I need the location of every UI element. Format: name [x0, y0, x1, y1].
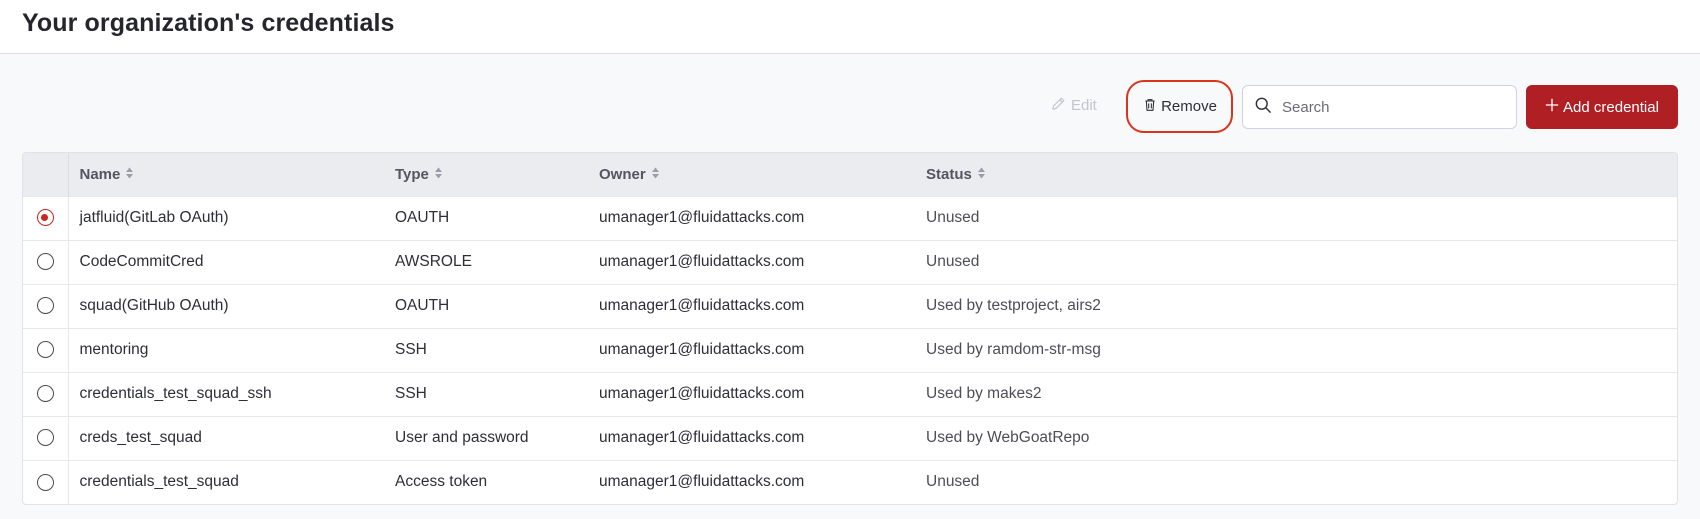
plus-icon: [1545, 98, 1559, 116]
trash-icon: [1142, 97, 1158, 117]
credential-status: Unused: [926, 253, 980, 270]
credential-name: squad(GitHub OAuth): [79, 297, 229, 314]
magnifier-icon: [1253, 95, 1273, 120]
pencil-icon: [1050, 95, 1067, 116]
table-row[interactable]: credentials_test_squad_ssh SSH umanager1…: [23, 372, 1677, 416]
credential-name: creds_test_squad: [79, 429, 202, 446]
table-header-row: Name Type Owner Status: [23, 153, 1677, 196]
credential-status: Used by makes2: [926, 385, 1042, 402]
table-row[interactable]: squad(GitHub OAuth) OAUTH umanager1@flui…: [23, 284, 1677, 328]
credential-type: Access token: [395, 473, 488, 491]
sort-icon[interactable]: [434, 166, 443, 183]
credential-owner: umanager1@fluidattacks.com: [599, 473, 805, 491]
credential-status: Unused: [926, 473, 980, 491]
column-header-owner[interactable]: Owner: [599, 153, 926, 196]
row-radio[interactable]: [36, 429, 54, 447]
page-title: Your organization's credentials: [22, 9, 395, 37]
row-radio[interactable]: [36, 209, 54, 227]
credential-owner: umanager1@fluidattacks.com: [599, 209, 805, 226]
add-credential-label: Add credential: [1563, 98, 1659, 116]
table-row[interactable]: CodeCommitCred AWSROLE umanager1@fluidat…: [23, 240, 1677, 284]
table-row[interactable]: creds_test_squad User and password umana…: [23, 416, 1677, 460]
remove-button-label: Remove: [1161, 98, 1217, 115]
row-radio[interactable]: [36, 253, 54, 271]
credential-status: Unused: [926, 209, 980, 226]
table-row[interactable]: mentoring SSH umanager1@fluidattacks.com…: [23, 328, 1677, 372]
column-header-name[interactable]: Name: [68, 153, 395, 196]
toolbar: Edit Remove Add credential: [0, 80, 1700, 133]
credential-status: Used by testproject, airs2: [926, 297, 1101, 314]
sort-icon[interactable]: [651, 166, 660, 183]
credential-owner: umanager1@fluidattacks.com: [599, 341, 805, 358]
credentials-table: Name Type Owner Status jatfluid(GitLab O…: [22, 152, 1678, 505]
credential-type: OAUTH: [395, 209, 450, 226]
credential-owner: umanager1@fluidattacks.com: [599, 429, 805, 446]
column-header-type[interactable]: Type: [395, 153, 599, 196]
edit-button[interactable]: Edit: [1050, 92, 1097, 118]
credential-name: CodeCommitCred: [79, 253, 204, 270]
credential-name: mentoring: [79, 341, 149, 358]
credential-type: SSH: [395, 385, 427, 402]
edit-button-label: Edit: [1071, 96, 1097, 114]
row-radio[interactable]: [36, 473, 54, 491]
table-row[interactable]: jatfluid(GitLab OAuth) OAUTH umanager1@f…: [23, 196, 1677, 240]
credential-owner: umanager1@fluidattacks.com: [599, 253, 805, 270]
select-column-header: [23, 153, 69, 196]
credential-type: AWSROLE: [395, 253, 472, 270]
credential-status: Used by ramdom-str-msg: [926, 341, 1101, 358]
sort-icon[interactable]: [977, 166, 986, 183]
credential-type: OAUTH: [395, 297, 450, 314]
add-credential-button[interactable]: Add credential: [1526, 85, 1678, 129]
row-radio[interactable]: [36, 385, 54, 403]
column-header-status[interactable]: Status: [926, 153, 1677, 196]
remove-button[interactable]: Remove: [1126, 80, 1233, 133]
row-radio[interactable]: [36, 341, 54, 359]
credential-type: User and password: [395, 429, 529, 446]
sort-icon[interactable]: [125, 166, 134, 183]
table-row[interactable]: credentials_test_squad Access token uman…: [23, 460, 1677, 504]
row-radio[interactable]: [36, 297, 54, 315]
credential-name: jatfluid(GitLab OAuth): [79, 209, 229, 226]
credential-name: credentials_test_squad: [79, 473, 239, 491]
credential-owner: umanager1@fluidattacks.com: [599, 297, 805, 314]
credential-name: credentials_test_squad_ssh: [79, 385, 272, 402]
search-field[interactable]: [1242, 85, 1517, 129]
search-input[interactable]: [1282, 98, 1502, 116]
credential-status: Used by WebGoatRepo: [926, 429, 1090, 446]
credential-type: SSH: [395, 341, 427, 358]
page-header: Your organization's credentials: [0, 0, 1700, 54]
credential-owner: umanager1@fluidattacks.com: [599, 385, 805, 402]
